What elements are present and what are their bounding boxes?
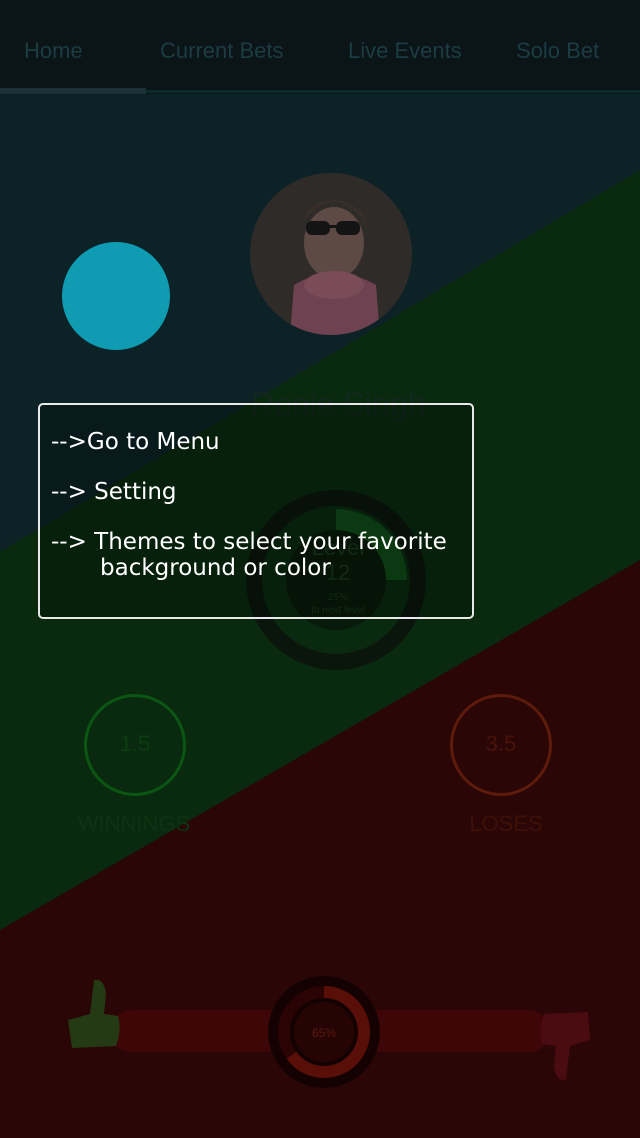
tip-line-themes: --> Themes to select your favorite	[51, 529, 447, 555]
theme-color-circle[interactable]	[62, 242, 170, 350]
profile-photo	[250, 173, 412, 335]
tab-solo-bet[interactable]: Solo Bet	[516, 38, 599, 72]
winnings-value: 1.5	[119, 731, 151, 756]
tab-bar: Home Current Bets Live Events Solo Bet	[0, 0, 640, 94]
tab-current-bets[interactable]: Current Bets	[160, 38, 284, 72]
tab-divider	[146, 90, 640, 93]
tip-line-menu: -->Go to Menu	[51, 429, 220, 455]
active-tab-indicator	[0, 88, 146, 94]
thumbs-down-icon	[540, 1012, 590, 1081]
tip-line-setting: --> Setting	[51, 479, 177, 505]
loses-value: 3.5	[485, 731, 517, 756]
thumbs-up-icon	[68, 979, 120, 1048]
winnings-label: WINNINGS	[77, 811, 191, 836]
ratio-percent: 65%	[311, 1026, 337, 1040]
tutorial-tip-box[interactable]: -->Go to Menu --> Setting --> Themes to …	[38, 403, 474, 619]
profile-avatar[interactable]	[250, 173, 412, 335]
tip-line-themes-cont: background or color	[100, 555, 331, 581]
tab-live-events[interactable]: Live Events	[348, 38, 462, 72]
tab-home[interactable]: Home	[24, 38, 83, 72]
loses-label: LOSES	[469, 811, 543, 836]
